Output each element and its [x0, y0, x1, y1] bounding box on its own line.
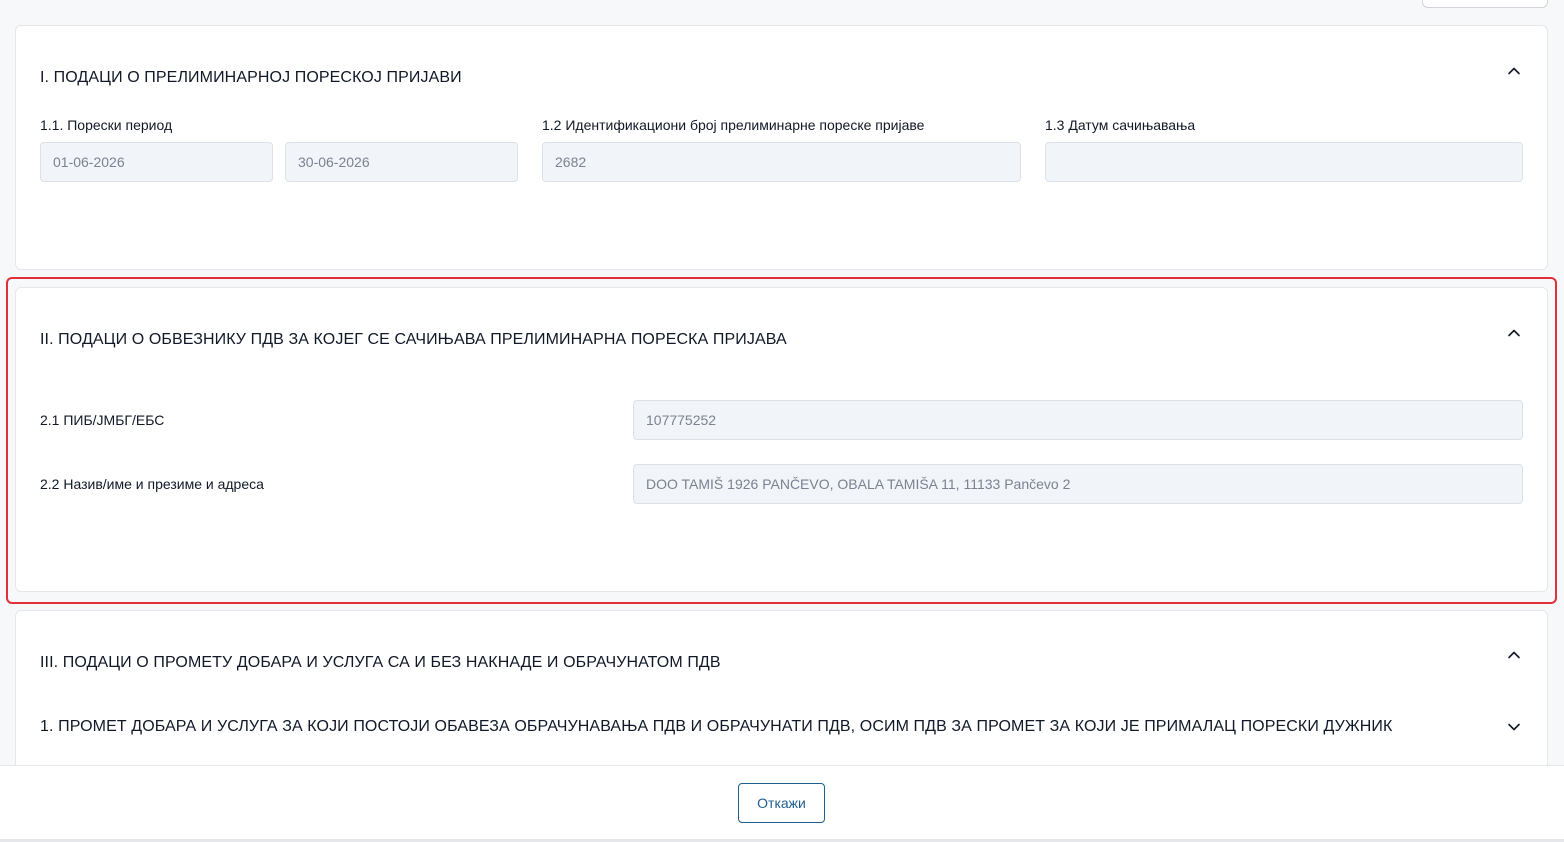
pib-label: 2.1 ПИБ/ЈМБГ/ЕБС — [40, 412, 165, 428]
chevron-down-icon[interactable] — [1507, 720, 1521, 734]
pib-field[interactable]: 107775252 — [633, 400, 1523, 440]
footer-bar: Откажи — [0, 765, 1564, 842]
tax-period-to-field[interactable]: 30-06-2026 — [285, 142, 518, 182]
chevron-up-icon[interactable] — [1507, 648, 1521, 662]
top-toolbar-button[interactable] — [1422, 0, 1548, 8]
cancel-button[interactable]: Откажи — [738, 783, 825, 823]
creation-date-field[interactable] — [1045, 142, 1523, 182]
section-1-title: I. ПОДАЦИ О ПРЕЛИМИНАРНОЈ ПОРЕСКОЈ ПРИЈА… — [40, 69, 462, 86]
creation-date-label: 1.3 Датум сачињавања — [1045, 117, 1196, 133]
section-goods-services: III. ПОДАЦИ О ПРОМЕТУ ДОБАРА И УСЛУГА СА… — [15, 610, 1548, 780]
section-taxpayer-data: II. ПОДАЦИ О ОБВЕЗНИКУ ПДВ ЗА КОЈЕГ СЕ С… — [15, 287, 1548, 592]
subsection-1-title[interactable]: 1. ПРОМЕТ ДОБАРА И УСЛУГА ЗА КОЈИ ПОСТОЈ… — [40, 718, 1392, 736]
return-id-label: 1.2 Идентификациони број прелиминарне по… — [542, 117, 925, 133]
name-address-field[interactable]: DOO TAMIŠ 1926 PANČEVO, OBALA TAMIŠA 11,… — [633, 464, 1523, 504]
name-address-label: 2.2 Назив/име и презиме и адреса — [40, 476, 264, 492]
page: I. ПОДАЦИ О ПРЕЛИМИНАРНОЈ ПОРЕСКОЈ ПРИЈА… — [0, 0, 1564, 842]
chevron-up-icon[interactable] — [1507, 64, 1521, 78]
tax-period-label: 1.1. Порески период — [40, 117, 173, 133]
return-id-field[interactable]: 2682 — [542, 142, 1021, 182]
tax-period-from-field[interactable]: 01-06-2026 — [40, 142, 273, 182]
section-3-title: III. ПОДАЦИ О ПРОМЕТУ ДОБАРА И УСЛУГА СА… — [40, 654, 721, 671]
chevron-up-icon[interactable] — [1507, 326, 1521, 340]
section-2-title: II. ПОДАЦИ О ОБВЕЗНИКУ ПДВ ЗА КОЈЕГ СЕ С… — [40, 331, 787, 348]
section-preliminary-return: I. ПОДАЦИ О ПРЕЛИМИНАРНОЈ ПОРЕСКОЈ ПРИЈА… — [15, 25, 1548, 270]
